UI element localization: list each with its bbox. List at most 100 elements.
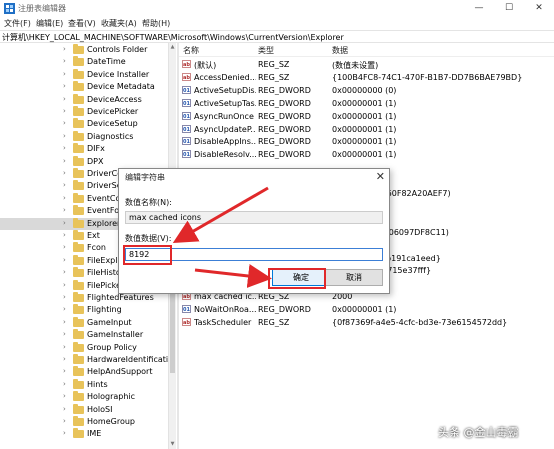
chevron-right-icon[interactable]: › [63, 181, 66, 189]
tree-item[interactable]: › Diagnostics [0, 130, 175, 143]
value-type: REG_SZ [258, 72, 290, 82]
tree-item[interactable]: › HomeGroup [0, 416, 175, 428]
chevron-right-icon[interactable]: › [63, 417, 66, 425]
chevron-right-icon[interactable]: › [63, 405, 66, 413]
tree-item[interactable]: › Device Installer [0, 68, 175, 81]
column-name[interactable]: 名称 [183, 45, 199, 56]
tree-item[interactable]: › Hints [0, 378, 175, 391]
value-row[interactable]: 01 AsyncRunOnce REG_DWORD 0x00000001 (1) [179, 110, 554, 123]
folder-icon [73, 366, 84, 377]
tree-item[interactable]: › IME [0, 428, 175, 440]
menu-view[interactable]: 查看(V) [68, 18, 96, 29]
value-row[interactable]: ab AccessDenied... REG_SZ {100B4FC8-74C1-47… [179, 71, 554, 84]
tree-item[interactable]: › DeviceAccess [0, 93, 175, 106]
value-name-label: 数值名称(N): [125, 198, 172, 207]
menu-bar: 文件(F) 编辑(E) 查看(V) 收藏夹(A) 帮助(H) [0, 17, 554, 30]
value-row[interactable]: 01 DisableResolv... REG_DWORD 0x00000001 (1… [179, 148, 554, 161]
chevron-right-icon[interactable]: › [63, 231, 66, 239]
tree-item[interactable]: › DIFx [0, 143, 175, 155]
tree-item-label: FlightedFeatures [87, 293, 154, 302]
chevron-right-icon[interactable]: › [63, 95, 66, 103]
menu-edit[interactable]: 编辑(E) [36, 18, 63, 29]
value-row[interactable]: 01 AsyncUpdateP... REG_DWORD 0x00000001 (1) [179, 123, 554, 136]
tree-item-label: GameInstaller [87, 330, 144, 340]
menu-file[interactable]: 文件(F) [4, 18, 31, 29]
folder-icon [73, 118, 84, 129]
value-name-field: max cached icons [125, 211, 383, 224]
tree-item[interactable]: › DevicePicker [0, 106, 175, 118]
chevron-right-icon[interactable]: › [63, 157, 66, 165]
chevron-right-icon[interactable]: › [63, 355, 66, 363]
address-path: 计算机\HKEY_LOCAL_MACHINE\SOFTWARE\Microsof… [2, 33, 344, 42]
folder-icon [73, 180, 84, 191]
value-data: 0x00000001 (1) [332, 305, 397, 315]
value-data: 0x00000000 (0) [332, 85, 397, 95]
chevron-right-icon[interactable]: › [63, 243, 66, 251]
folder-icon [73, 254, 84, 265]
tree-item-label: Device Installer [87, 69, 150, 79]
column-type[interactable]: 类型 [258, 45, 274, 56]
value-row[interactable]: 01 NoWaitOnRoa... REG_DWORD 0x00000001 (1) [179, 303, 554, 316]
chevron-right-icon[interactable]: › [63, 318, 66, 326]
chevron-right-icon[interactable]: › [63, 144, 66, 152]
chevron-right-icon[interactable]: › [63, 206, 66, 214]
folder-icon [73, 143, 84, 154]
tree-item[interactable]: › Group Policy [0, 341, 175, 354]
scroll-down-icon[interactable]: ▼ [169, 440, 176, 448]
value-row[interactable]: 01 DisableAppIns... REG_DWORD 0x00000001 (1… [179, 135, 554, 148]
chevron-right-icon[interactable]: › [63, 45, 66, 53]
tree-item[interactable]: › Device Metadata [0, 81, 175, 93]
chevron-right-icon[interactable]: › [63, 330, 66, 338]
tree-item[interactable]: › Holographic [0, 391, 175, 403]
tree-item[interactable]: › DateTime [0, 56, 175, 68]
tree-item[interactable]: › Controls Folder [0, 44, 175, 56]
chevron-right-icon[interactable]: › [63, 194, 66, 202]
chevron-right-icon[interactable]: › [63, 70, 66, 78]
chevron-right-icon[interactable]: › [63, 392, 66, 400]
value-row[interactable]: 01 ActiveSetupTas... REG_DWORD 0x00000001 (… [179, 97, 554, 110]
chevron-right-icon[interactable]: › [63, 256, 66, 264]
chevron-right-icon[interactable]: › [63, 57, 66, 65]
chevron-right-icon[interactable]: › [63, 293, 66, 301]
scroll-up-icon[interactable]: ▲ [169, 43, 176, 51]
chevron-right-icon[interactable]: › [63, 119, 66, 127]
tree-item[interactable]: › DPX [0, 155, 175, 168]
chevron-right-icon[interactable]: › [63, 169, 66, 177]
tree-item[interactable]: › HoloSI [0, 403, 175, 416]
chevron-right-icon[interactable]: › [63, 380, 66, 388]
chevron-right-icon[interactable]: › [63, 107, 66, 115]
value-name: NoWaitOnRoa... [194, 305, 256, 315]
chevron-right-icon[interactable]: › [63, 367, 66, 375]
tree-item[interactable]: › HelpAndSupport [0, 366, 175, 378]
folder-icon [73, 205, 84, 216]
tree-item[interactable]: › DeviceSetup [0, 118, 175, 130]
tree-item[interactable]: › GameInstaller [0, 329, 175, 341]
chevron-right-icon[interactable]: › [63, 132, 66, 140]
tree-item[interactable]: › HardwareIdentification [0, 354, 175, 366]
tree-item[interactable]: › GameInput [0, 316, 175, 329]
tree-item-label: HomeGroup [87, 417, 135, 426]
menu-help[interactable]: 帮助(H) [142, 18, 170, 29]
chevron-right-icon[interactable]: › [63, 82, 66, 90]
value-data: 0x00000001 (1) [332, 150, 397, 160]
menu-favorites[interactable]: 收藏夹(A) [101, 18, 137, 29]
value-row[interactable]: ab (默认) REG_SZ (数值未设置) [179, 58, 554, 71]
folder-icon [73, 267, 84, 278]
chevron-right-icon[interactable]: › [63, 305, 66, 313]
chevron-right-icon[interactable]: › [63, 281, 66, 289]
cancel-button[interactable]: 取消 [325, 269, 383, 286]
chevron-right-icon[interactable]: › [63, 219, 66, 227]
chevron-right-icon[interactable]: › [63, 343, 66, 351]
value-row[interactable]: ab TaskScheduler REG_SZ {0f87369f-a4e5-4cfc… [179, 316, 554, 329]
dialog-close-icon[interactable]: ✕ [376, 170, 385, 183]
value-row[interactable]: 01 ActiveSetupDis... REG_DWORD 0x00000000 (… [179, 84, 554, 97]
address-bar[interactable]: 计算机\HKEY_LOCAL_MACHINE\SOFTWARE\Microsof… [0, 30, 554, 43]
chevron-right-icon[interactable]: › [63, 268, 66, 276]
close-button[interactable]: ✕ [524, 0, 554, 17]
folder-icon [73, 130, 84, 141]
column-data[interactable]: 数据 [332, 45, 348, 56]
minimize-button[interactable]: — [464, 0, 494, 17]
tree-item[interactable]: › Flighting [0, 304, 175, 316]
chevron-right-icon[interactable]: › [63, 429, 66, 437]
maximize-button[interactable]: ☐ [494, 0, 524, 17]
